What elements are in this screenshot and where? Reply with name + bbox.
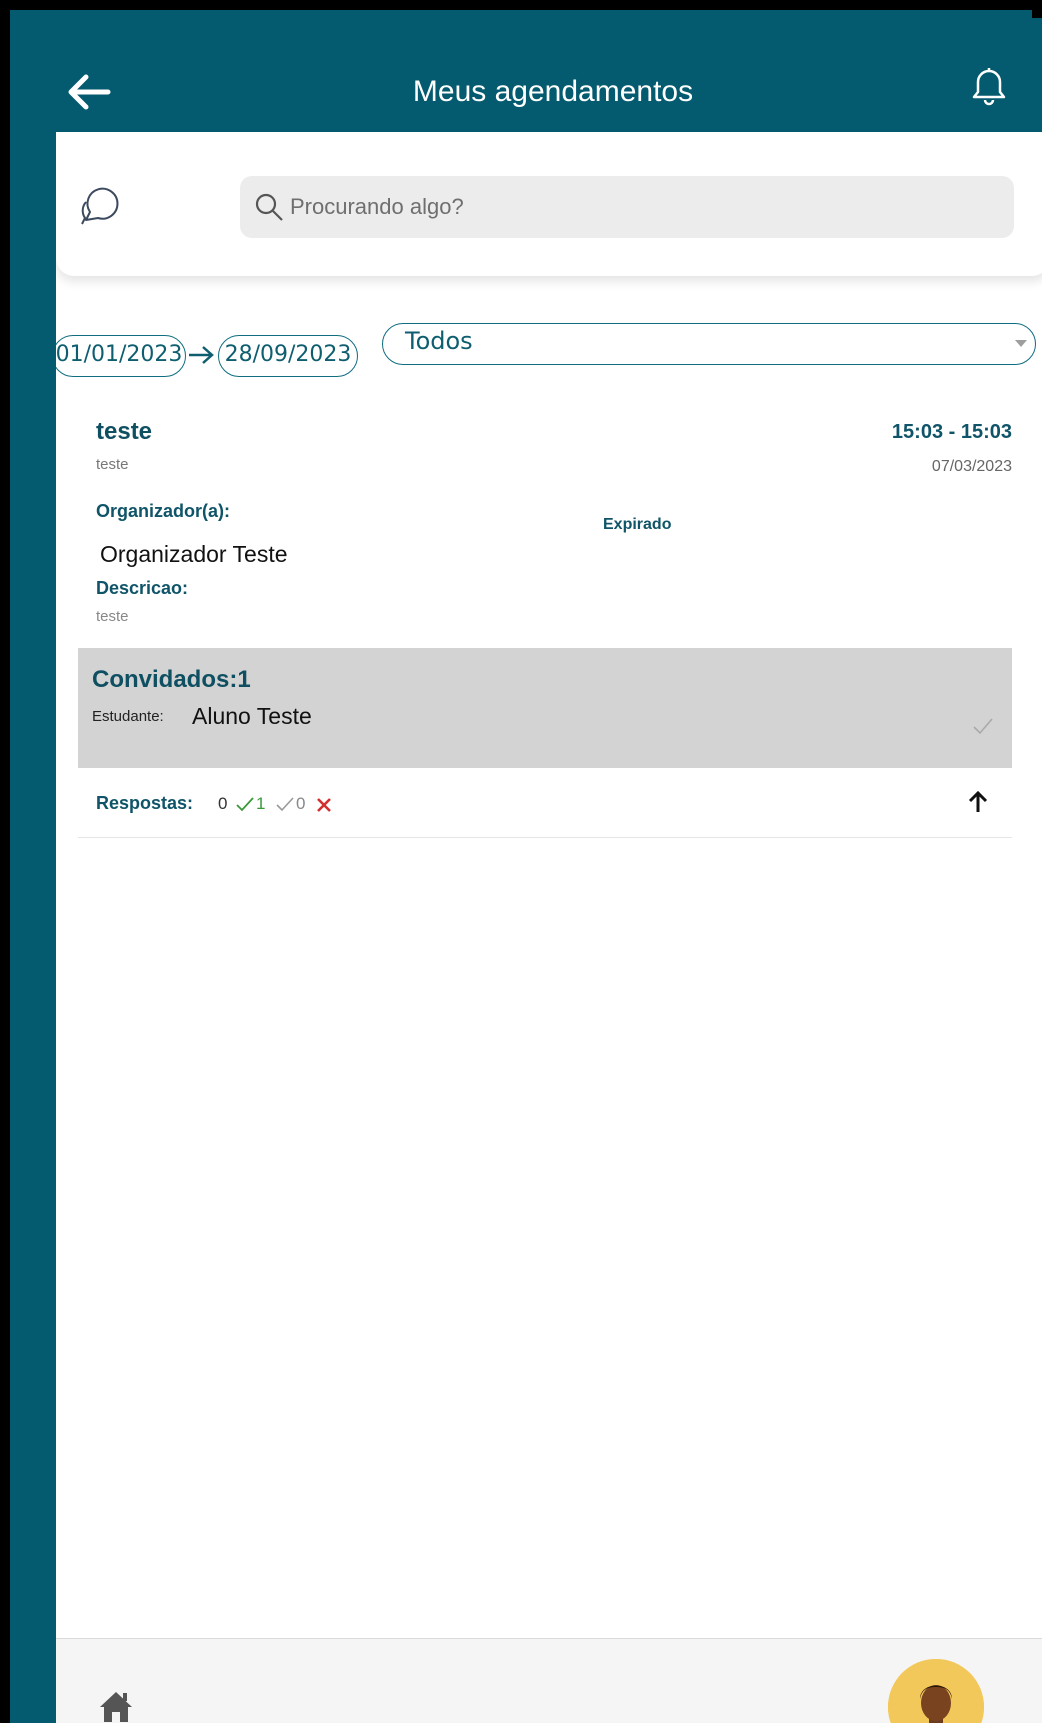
search-card [56,132,1042,276]
organizer-label: Organizador(a): [96,501,231,521]
status-badge: Expirado [603,516,672,533]
status-select[interactable]: Todos [382,323,1036,365]
user-avatar-icon [888,1659,984,1723]
check-accepted-icon [236,797,254,812]
guests-panel: Convidados:1 Estudante: Aluno Teste [78,648,1012,768]
chat-bubbles-icon [81,187,119,225]
caret-down-icon [1015,340,1027,347]
event-subtitle: teste [96,456,129,473]
avatar[interactable] [888,1659,984,1723]
app-frame: Meus agendamentos Procurando algo? 01/01… [10,10,1042,1723]
check-seen-icon [276,797,294,812]
event-date: 07/03/2023 [931,458,1012,475]
accepted-count: 1 [256,794,266,813]
notifications-button[interactable] [966,62,1012,112]
guest-name: Aluno Teste [192,703,312,729]
description-text: teste [96,608,129,625]
arrow-up-icon [968,790,988,812]
date-end-field[interactable]: 28/09/2023 [218,335,358,377]
event-time: 15:03 - 15:03 [891,421,1012,443]
pending-count: 0 [218,794,228,813]
date-start-field[interactable]: 01/01/2023 [56,335,186,377]
status-select-value: Todos [405,327,473,355]
collapse-button[interactable] [964,788,992,816]
check-icon [973,718,993,735]
app-screen: Meus agendamentos Procurando algo? 01/01… [56,18,1042,1723]
search-box [240,176,1014,238]
search-input[interactable] [290,176,990,238]
arrow-right-icon [189,346,214,364]
guest-role: Estudante: [92,708,164,725]
page-title: Meus agendamentos [412,75,694,108]
description-label: Descricao: [96,578,189,598]
app-bar: Meus agendamentos [56,18,1042,132]
reject-x-icon [317,798,331,812]
seen-count: 0 [296,794,306,813]
bottom-nav-bar [56,1638,1042,1723]
chat-button[interactable] [76,180,128,232]
search-icon [255,193,283,221]
answers-row: Respostas: 0 1 0 [78,768,1012,838]
bell-icon [972,68,1006,106]
home-button[interactable] [96,1687,136,1723]
guests-title: Convidados:1 [92,666,251,693]
home-icon [100,1692,132,1722]
organizer-name: Organizador Teste [100,541,288,567]
answers-label: Respostas: [96,793,194,813]
event-title: teste [96,418,153,445]
